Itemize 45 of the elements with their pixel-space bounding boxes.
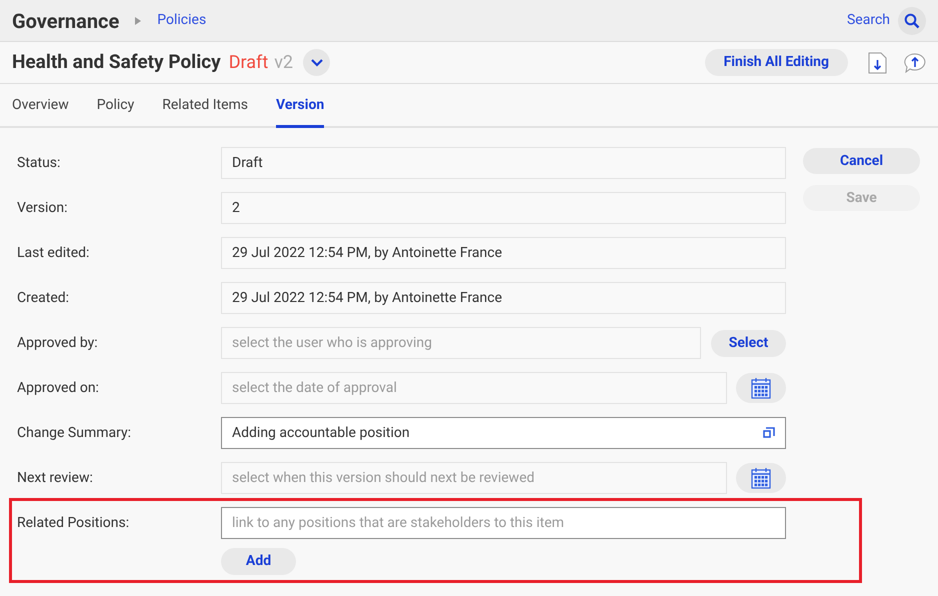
app-title: Governance (12, 8, 120, 34)
select-button[interactable]: Select (711, 330, 786, 356)
status-text: Draft (228, 51, 268, 75)
calendar-icon (751, 467, 771, 489)
download-document-icon[interactable] (868, 52, 887, 74)
upload-comment-icon[interactable] (904, 52, 926, 72)
field-label: Status: (17, 154, 60, 172)
field-label: Last edited: (17, 244, 90, 262)
field-label: Change Summary: (17, 424, 132, 442)
calendar-icon (751, 377, 771, 399)
field-label: Next review: (17, 468, 93, 488)
field-label: Version: (17, 198, 68, 218)
field-value: 29 Jul 2022 12:54 PM, by Antoinette France (232, 288, 502, 308)
field-value: Draft (232, 154, 263, 172)
action-button[interactable]: Cancel (803, 148, 920, 174)
tab[interactable]: Related Items (162, 86, 248, 128)
field-placeholder: select when this version should next be reviewed (232, 468, 535, 488)
search-button[interactable] (898, 6, 926, 34)
search-link[interactable]: Search (846, 10, 890, 31)
record-title: Health and Safety Policy (12, 49, 221, 76)
field-value: Adding accountable position (232, 424, 410, 442)
expand-icon[interactable] (763, 427, 775, 439)
input-field[interactable]: Adding accountable position (221, 417, 786, 449)
add-button[interactable]: Add (221, 548, 296, 575)
breadcrumb-arrow-icon (135, 16, 142, 24)
field-value: 29 Jul 2022 12:54 PM, by Antoinette France (232, 244, 502, 262)
chevron-down-icon (310, 58, 323, 66)
breadcrumb-link[interactable]: Policies (157, 10, 206, 31)
field-placeholder: link to any positions that are stakeholders to this item (232, 514, 564, 532)
calendar-button[interactable] (736, 463, 786, 493)
field-label: Related Positions: (17, 514, 130, 532)
field-value: 2 (232, 198, 240, 218)
search-icon (904, 12, 920, 28)
field-label: Approved by: (17, 334, 98, 352)
field-label: Created: (17, 288, 70, 308)
field-placeholder: select the date of approval (232, 378, 397, 398)
tab[interactable]: Policy (96, 86, 134, 128)
tab[interactable]: Version (276, 86, 324, 128)
version-text: v2 (274, 51, 294, 75)
field-label: Approved on: (17, 378, 99, 398)
tab[interactable]: Overview (12, 86, 69, 128)
dropdown-button[interactable] (303, 49, 330, 76)
calendar-button[interactable] (736, 373, 786, 403)
field-placeholder: select the user who is approving (232, 334, 432, 352)
finish-editing-button[interactable]: Finish All Editing (704, 49, 848, 76)
